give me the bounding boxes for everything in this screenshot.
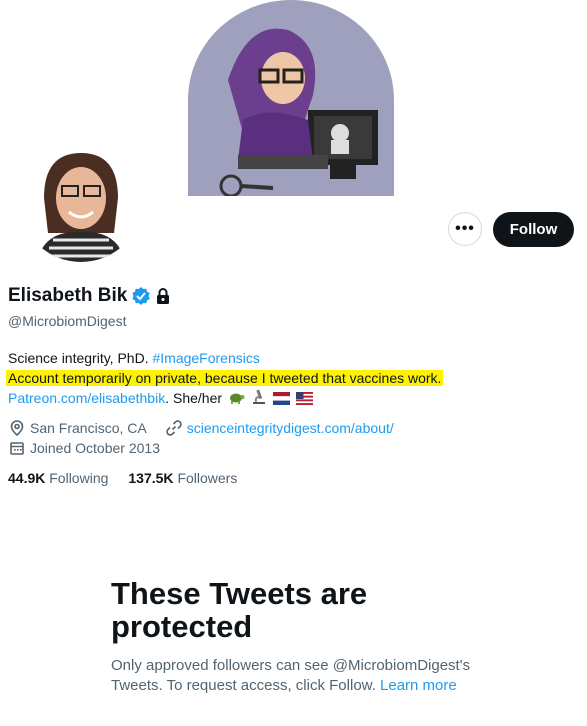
location-text: San Francisco, CA	[30, 420, 147, 436]
verified-badge-icon[interactable]	[131, 286, 151, 306]
followers-stat[interactable]: 137.5K Followers	[128, 470, 237, 486]
link-icon	[166, 420, 182, 436]
bio-line-2: Account temporarily on private, because …	[6, 368, 568, 388]
meta-row-location-website: San Francisco, CA scienceintegritydigest…	[8, 418, 394, 438]
calendar-icon	[10, 442, 24, 455]
bio-text: Science integrity, PhD.	[8, 350, 153, 366]
profile-name-row: Elisabeth Bik	[8, 285, 171, 307]
avatar-image	[19, 138, 143, 262]
following-stat[interactable]: 44.9K Following	[8, 470, 108, 486]
bio-highlighted-text: Account temporarily on private, because …	[6, 370, 444, 386]
following-count: 44.9K	[8, 470, 46, 486]
turtle-emoji-icon	[229, 393, 245, 404]
protected-tweets-body: Only approved followers can see @Microbi…	[111, 656, 471, 696]
learn-more-link[interactable]: Learn more	[380, 677, 457, 694]
followers-count: 137.5K	[128, 470, 174, 486]
following-label: Following	[49, 470, 109, 486]
bio-pronouns: . She/her	[165, 390, 223, 406]
avatar[interactable]	[19, 138, 143, 262]
website-link[interactable]: scienceintegritydigest.com/about/	[187, 418, 394, 438]
microscope-emoji-icon	[252, 389, 265, 404]
more-options-button[interactable]: •••	[448, 212, 482, 246]
ellipsis-icon: •••	[455, 220, 475, 237]
profile-bio: Science integrity, PhD. #ImageForensics …	[6, 348, 568, 408]
display-name: Elisabeth Bik	[8, 285, 128, 306]
us-flag-icon	[295, 392, 313, 405]
meta-row-joined: Joined October 2013	[8, 438, 394, 458]
bio-line-1: Science integrity, PhD. #ImageForensics	[8, 348, 568, 368]
followers-label: Followers	[177, 470, 238, 486]
bio-line-3: Patreon.com/elisabethbik. She/her	[8, 388, 568, 408]
netherlands-flag-icon	[272, 392, 290, 405]
patreon-link[interactable]: Patreon.com/elisabethbik	[8, 390, 165, 406]
lock-icon	[157, 288, 170, 304]
location-pin-icon	[10, 420, 24, 437]
follow-stats: 44.9K Following 137.5K Followers	[8, 470, 237, 486]
follow-button[interactable]: Follow	[493, 212, 574, 247]
banner-illustration	[188, 0, 394, 196]
hashtag-link[interactable]: #ImageForensics	[152, 350, 259, 366]
profile-handle: @MicrobiomDigest	[8, 313, 127, 329]
joined-date: Joined October 2013	[30, 440, 160, 456]
protected-tweets-title: These Tweets are protected	[111, 576, 368, 644]
profile-meta: San Francisco, CA scienceintegritydigest…	[8, 418, 394, 458]
